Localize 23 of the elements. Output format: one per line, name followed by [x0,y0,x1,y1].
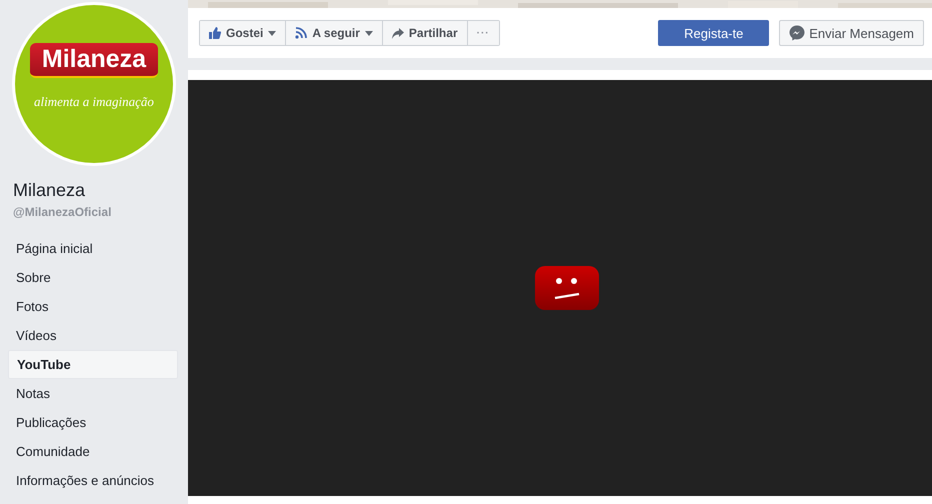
like-button[interactable]: Gostei [200,21,286,45]
sad-face-icon [535,266,599,310]
nav-item[interactable]: Comunidade [8,437,178,466]
nav-item[interactable]: YouTube [8,350,178,379]
nav-item[interactable]: Publicações [8,408,178,437]
logo-name: Milaneza [30,42,158,78]
nav-item[interactable]: Fotos [8,292,178,321]
nav-item[interactable]: Vídeos [8,321,178,350]
caret-icon [268,30,276,36]
send-message-button[interactable]: Enviar Mensagem [779,20,924,46]
nav-item[interactable]: Página inicial [8,234,178,263]
page-handle: @MilanezaOficial [13,205,112,219]
logo-tagline: alimenta a imaginação [34,94,154,110]
signup-button[interactable]: Regista-te [658,20,770,46]
nav-item[interactable]: Informações e anúncios [8,466,178,495]
thumbs-up-icon [209,27,221,39]
page-name: Milaneza [13,180,86,201]
caret-icon [364,30,373,36]
feed-icon [295,27,308,39]
messenger-icon [789,25,806,41]
nav-item[interactable]: Notas [8,379,178,408]
nav-item[interactable]: Sobre [8,263,178,292]
share-arrow-icon [392,28,404,38]
